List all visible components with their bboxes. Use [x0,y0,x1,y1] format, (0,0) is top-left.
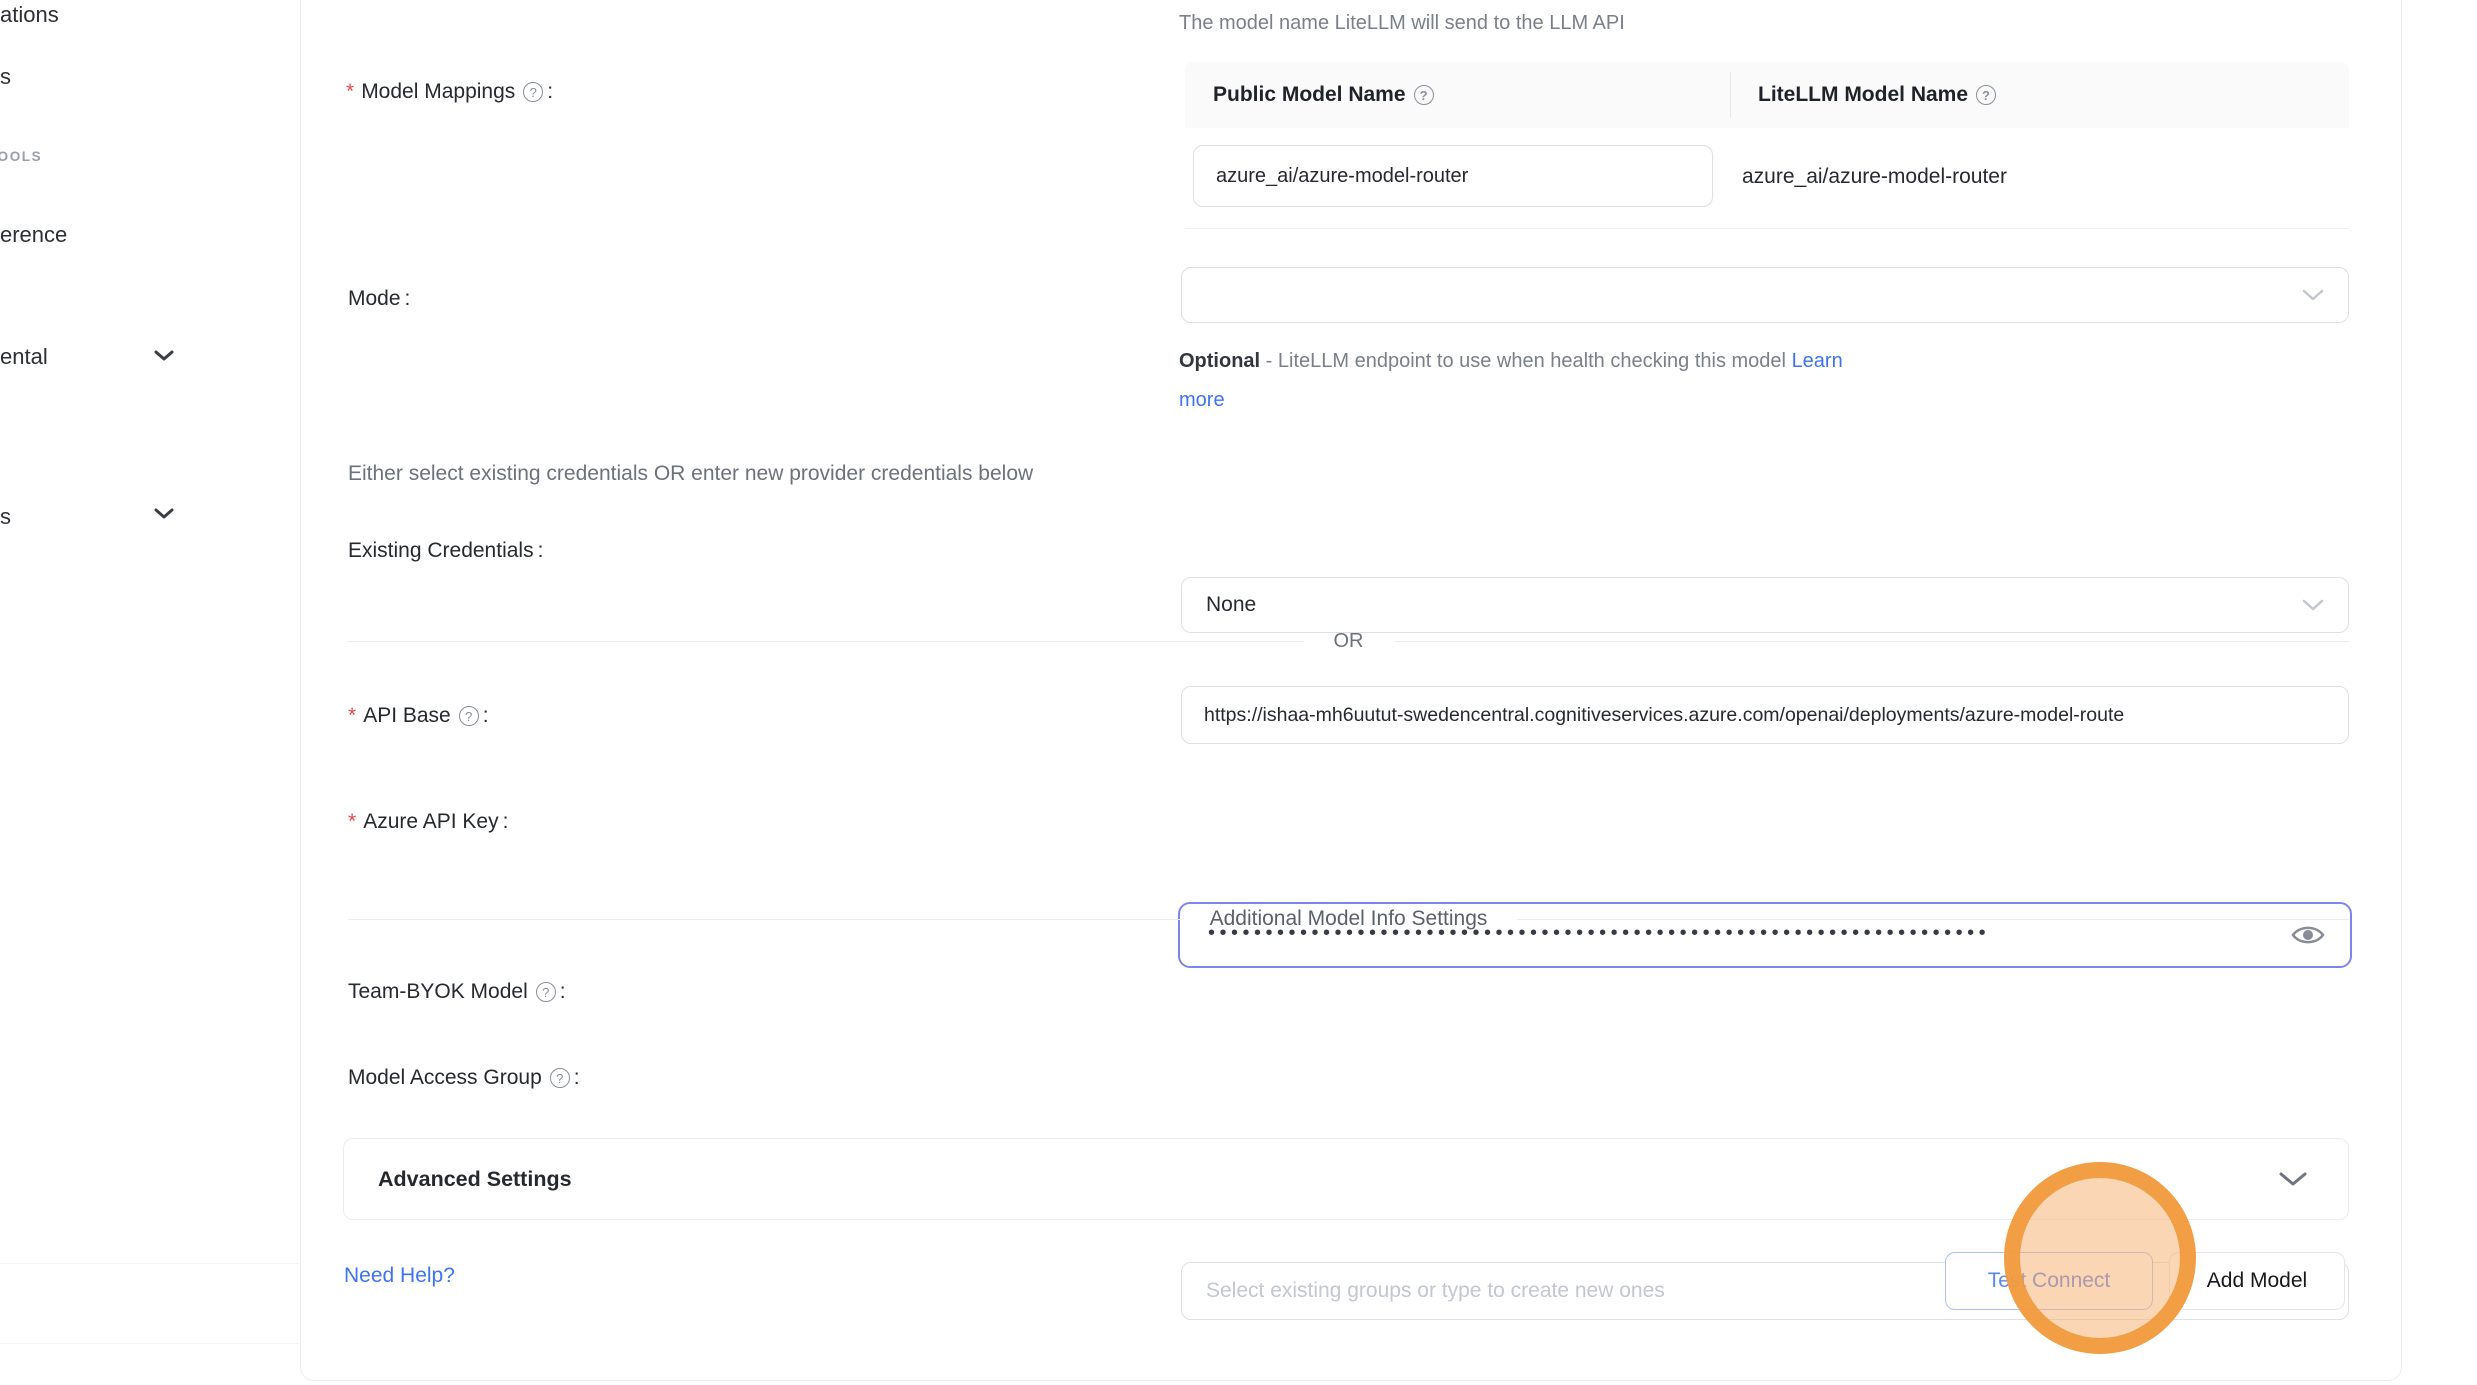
model-access-group-placeholder: Select existing groups or type to create… [1206,1279,1665,1303]
required-asterisk: * [346,80,354,104]
model-name-helper-text: The model name LiteLLM will send to the … [1179,12,1625,35]
azure-api-key-label: * Azure API Key : [348,810,508,834]
or-divider: OR [348,630,2349,653]
test-connect-button[interactable]: Test Connect [1945,1252,2153,1310]
sidebar-item-truncated-3[interactable]: erence [0,222,67,248]
existing-credentials-select[interactable]: None [1181,577,2349,633]
public-model-name-input[interactable] [1193,145,1713,207]
help-icon[interactable]: ? [523,82,543,102]
table-row-divider [1185,228,2349,229]
required-asterisk: * [348,810,356,834]
mode-hint: Optional - LiteLLM endpoint to use when … [1179,342,2009,420]
api-base-input[interactable] [1181,686,2349,744]
add-model-button[interactable]: Add Model [2169,1252,2345,1310]
need-help-link[interactable]: Need Help? [344,1264,455,1288]
advanced-settings-panel[interactable]: Advanced Settings [343,1138,2349,1220]
api-base-label: * API Base ? : [348,704,489,728]
mode-select[interactable] [1181,267,2349,323]
chevron-down-icon[interactable] [154,508,174,520]
mode-label: Mode : [348,287,410,311]
add-model-form-card: The model name LiteLLM will send to the … [300,0,2402,1381]
existing-credentials-label: Existing Credentials : [348,539,543,563]
sidebar-section-tools: TOOLS [0,149,42,164]
chevron-down-icon [2278,1171,2308,1187]
learn-more-link[interactable]: Learn [1792,350,1843,372]
credentials-note: Either select existing credentials OR en… [348,462,1033,486]
column-header-litellm-model-name: LiteLLM Model Name ? [1730,62,2349,128]
sidebar-divider [0,1343,299,1344]
api-base-cell [1181,686,2349,744]
column-header-public-model-name: Public Model Name ? [1185,62,1730,128]
select-arrow-icon [2302,289,2324,301]
sidebar: ations s TOOLS erence ental s [0,0,300,1385]
model-mappings-label: * Model Mappings ? : [346,80,553,104]
advanced-settings-title: Advanced Settings [378,1167,2278,1192]
litellm-model-name-value: azure_ai/azure-model-router [1742,165,2007,189]
additional-info-divider: Additional Model Info Settings [348,907,2349,931]
existing-credentials-value: None [1206,593,1256,617]
sidebar-item-truncated-4[interactable]: ental [0,344,48,370]
sidebar-item-truncated-1[interactable]: ations [0,2,59,28]
public-model-name-cell [1193,145,1713,207]
add-model-page: ations s TOOLS erence ental s The model … [0,0,2477,1385]
help-icon[interactable]: ? [1976,85,1996,105]
team-byok-label: Team-BYOK Model ? : [348,980,566,1004]
model-mappings-table-header: Public Model Name ? LiteLLM Model Name ? [1185,62,2349,128]
sidebar-item-truncated-5[interactable]: s [0,504,11,530]
learn-more-link[interactable]: more [1179,389,1225,411]
help-icon[interactable]: ? [550,1068,570,1088]
model-access-group-label: Model Access Group ? : [348,1066,580,1090]
sidebar-item-truncated-2[interactable]: s [0,64,11,90]
required-asterisk: * [348,704,356,728]
chevron-down-icon[interactable] [154,350,174,362]
help-icon[interactable]: ? [459,706,479,726]
select-arrow-icon [2302,599,2324,611]
help-icon[interactable]: ? [1414,85,1434,105]
sidebar-divider [0,1263,299,1264]
help-icon[interactable]: ? [536,982,556,1002]
